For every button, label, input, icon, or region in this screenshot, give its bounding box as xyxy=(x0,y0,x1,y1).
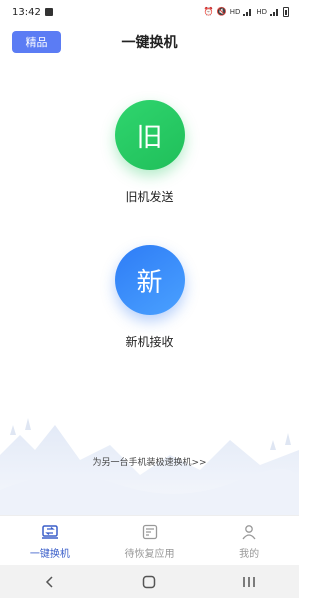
bottom-tab-bar: 一键换机 待恢复应用 我的 xyxy=(0,515,299,565)
status-time: 13:42 xyxy=(12,6,41,18)
notification-icon xyxy=(44,8,53,16)
app-restore-icon xyxy=(140,522,160,542)
profile-icon xyxy=(239,522,259,542)
phone-transfer-icon xyxy=(40,522,60,542)
status-bar: 13:42 ⏰ 🔇 HD HD xyxy=(0,0,299,24)
nav-back-button[interactable] xyxy=(30,567,70,597)
new-phone-icon[interactable]: 新 xyxy=(114,245,185,315)
tab-one-key-switch[interactable]: 一键换机 xyxy=(0,516,100,565)
home-icon xyxy=(143,575,156,588)
nav-home-button[interactable] xyxy=(129,567,169,597)
new-phone-receive-action[interactable]: 新 新机接收 xyxy=(0,245,299,350)
new-phone-receive-label: 新机接收 xyxy=(125,335,174,349)
tab-apps-to-restore[interactable]: 待恢复应用 xyxy=(100,516,200,565)
status-right: ⏰ 🔇 HD HD xyxy=(204,7,289,17)
tab-mine-label: 我的 xyxy=(239,548,260,560)
install-other-phone-link[interactable]: 为另一台手机装极速换机>> xyxy=(0,455,299,468)
system-nav-bar xyxy=(0,565,299,598)
alarm-icon: ⏰ xyxy=(203,7,214,16)
page-title: 一键换机 xyxy=(121,35,178,51)
signal-icon-2 xyxy=(270,9,278,16)
nav-recents-button[interactable] xyxy=(229,567,269,597)
battery-icon xyxy=(283,7,289,17)
signal-icon xyxy=(243,9,252,16)
recents-icon xyxy=(243,576,255,587)
hd-label-2: HD xyxy=(256,8,267,16)
hd-label-1: HD xyxy=(229,8,241,16)
tab-apps-to-restore-label: 待恢复应用 xyxy=(124,548,175,560)
premium-button[interactable]: 精品 xyxy=(12,31,61,53)
old-phone-icon[interactable]: 旧 xyxy=(114,100,185,170)
old-phone-send-label: 旧机发送 xyxy=(125,190,174,204)
tab-one-key-switch-label: 一键换机 xyxy=(29,548,70,560)
back-chevron-icon xyxy=(45,575,53,588)
mute-icon: 🔇 xyxy=(216,7,227,16)
tab-mine[interactable]: 我的 xyxy=(199,516,299,565)
status-left: 13:42 xyxy=(12,7,53,18)
old-phone-send-action[interactable]: 旧 旧机发送 xyxy=(0,100,299,205)
header: 精品 一键换机 xyxy=(0,24,299,60)
